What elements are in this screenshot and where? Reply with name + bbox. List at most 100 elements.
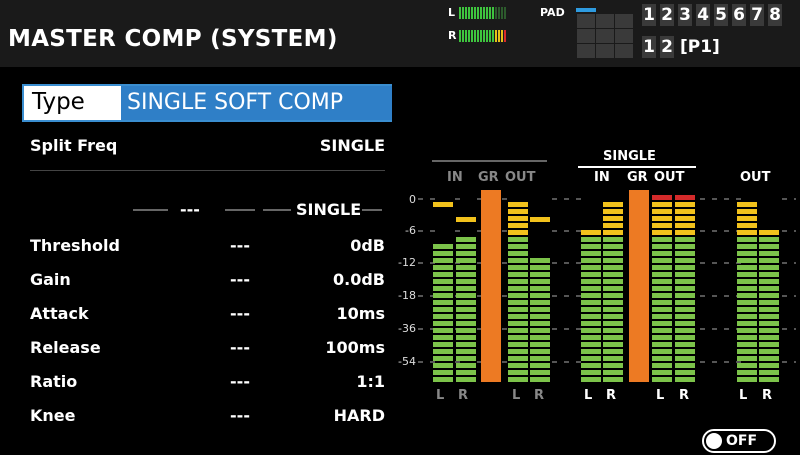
meter-segment [508, 349, 528, 354]
meter-segment [530, 279, 550, 284]
meter-segment [581, 286, 601, 291]
meter-segment [652, 349, 672, 354]
meter-segment [456, 258, 476, 263]
meter-segment [675, 377, 695, 382]
meter-segment [737, 314, 757, 319]
meter-segment [508, 321, 528, 326]
meter-segment [530, 314, 550, 319]
meter-segment [652, 209, 672, 214]
meter-segment [603, 209, 623, 214]
meter-segment [508, 363, 528, 368]
meter-segment [581, 300, 601, 305]
meter-segment [530, 335, 550, 340]
meter-segment [737, 377, 757, 382]
meter-segment [737, 279, 757, 284]
meter-segment [508, 272, 528, 277]
meter-segment [759, 279, 779, 284]
meter-segment [603, 251, 623, 256]
meter-segment [603, 349, 623, 354]
meter-segment [603, 377, 623, 382]
meter-segment [508, 202, 528, 207]
meter-segment [675, 202, 695, 207]
meter-segment [508, 286, 528, 291]
meter-segment [759, 377, 779, 382]
meter-segment [603, 356, 623, 361]
meter-segment [759, 328, 779, 333]
meter-segment [675, 209, 695, 214]
meter-segment [456, 307, 476, 312]
lr-label: L [739, 388, 748, 403]
meter-segment [675, 335, 695, 340]
level-meters: 0 -6 -12 -18 -36 -54 IN GR OUT SINGLE IN… [0, 0, 800, 455]
meter-segment [759, 349, 779, 354]
meter-segment [675, 237, 695, 242]
meter-segment [530, 370, 550, 375]
meter-segment [652, 335, 672, 340]
meter-segment [759, 244, 779, 249]
meter-segment [737, 251, 757, 256]
meter-segment [737, 335, 757, 340]
meter-segment [603, 328, 623, 333]
meter-segment [603, 342, 623, 347]
lr-label: R [458, 388, 469, 403]
meter-segment [508, 265, 528, 270]
meter-segment [675, 216, 695, 221]
meter-segment [603, 370, 623, 375]
meter-segment [603, 223, 623, 228]
meter-segment [581, 363, 601, 368]
meter-segment [603, 230, 623, 235]
meter-segment [433, 363, 453, 368]
meter-segment [456, 293, 476, 298]
meter-segment [581, 272, 601, 277]
meter-segment [581, 321, 601, 326]
meter-segment [530, 307, 550, 312]
meter-segment [759, 342, 779, 347]
meter-segment [603, 244, 623, 249]
toggle-label: OFF [726, 433, 758, 449]
meter-segment [652, 195, 672, 200]
meter-segment [675, 300, 695, 305]
meter-segment [759, 272, 779, 277]
gain-reduction-bar [629, 190, 649, 382]
meter-segment [759, 356, 779, 361]
meter-segment [530, 377, 550, 382]
meter-segment [603, 307, 623, 312]
meter-segment [433, 286, 453, 291]
meter-segment [456, 244, 476, 249]
meter-segment [652, 328, 672, 333]
meter-segment [456, 300, 476, 305]
meter-segment [433, 300, 453, 305]
meter-segment [759, 335, 779, 340]
meter-segment [652, 279, 672, 284]
meter-segment [456, 328, 476, 333]
meter-segment [652, 377, 672, 382]
lr-label: L [656, 388, 665, 403]
meter-segment [433, 328, 453, 333]
meter-segment [652, 265, 672, 270]
meter-segment [675, 195, 695, 200]
meter-segment [652, 307, 672, 312]
meter-segment [759, 286, 779, 291]
meter-segment [433, 370, 453, 375]
meter-segment [737, 216, 757, 221]
meter-segment [581, 230, 601, 235]
meter-segment [737, 321, 757, 326]
meter-segment [675, 251, 695, 256]
meter-segment [759, 321, 779, 326]
effect-toggle[interactable]: OFF [702, 429, 776, 453]
meter-segment [508, 370, 528, 375]
meter-segment [433, 272, 453, 277]
meter-segment [530, 258, 550, 263]
meter-segment [433, 356, 453, 361]
meter-segment [508, 300, 528, 305]
meter-segment [433, 244, 453, 249]
meter-segment [759, 251, 779, 256]
meter-segment [675, 286, 695, 291]
meter-segment [508, 237, 528, 242]
meter-segment [675, 265, 695, 270]
meter-segment [530, 286, 550, 291]
meter-segment [652, 237, 672, 242]
meter-segment [456, 356, 476, 361]
meter-segment [675, 293, 695, 298]
meter-segment [759, 314, 779, 319]
